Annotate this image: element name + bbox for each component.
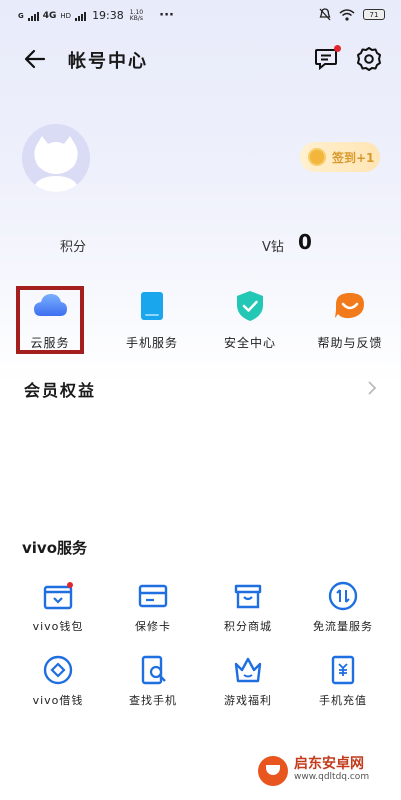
service-phone[interactable]: 手机服务 — [104, 288, 200, 358]
watermark: 启东安卓网 www.qdltdq.com — [258, 756, 369, 786]
unread-badge — [334, 45, 341, 52]
smile-icon — [335, 293, 364, 319]
default-avatar-icon — [32, 136, 80, 192]
speed-unit: KB/s — [129, 14, 143, 22]
service-security[interactable]: 安全中心 — [202, 288, 298, 358]
data-free-icon — [328, 581, 358, 611]
watermark-name: 启东安卓网 — [294, 756, 364, 772]
service-label: 手机服务 — [125, 336, 178, 350]
grid-label: vivo钱包 — [32, 620, 84, 633]
vdiamond-label[interactable]: V钻 — [262, 236, 284, 255]
watermark-text: 启东安卓网 www.qdltdq.com — [294, 756, 370, 784]
chevron-right-icon[interactable] — [366, 380, 378, 396]
wallet-icon — [43, 582, 73, 610]
grid-label: 积分商城 — [224, 620, 272, 633]
grid-label: 手机充值 — [319, 694, 367, 707]
checkin-button[interactable]: 签到+1 — [300, 142, 380, 172]
signal-icon — [27, 11, 39, 21]
grid-item-points-mall[interactable]: 积分商城 — [198, 580, 298, 646]
net-speed: 1.10 KB/s — [129, 9, 143, 22]
more-dots: ··· — [159, 8, 174, 23]
vdiamond-value[interactable]: 0 — [298, 230, 312, 254]
grid-label: vivo借钱 — [32, 694, 84, 707]
avatar[interactable] — [22, 124, 90, 192]
status-left: G 4G HD 19:38 1.10 KB/s ··· — [18, 8, 174, 23]
battery-level: 71 — [369, 10, 379, 19]
highlight-box — [16, 286, 84, 354]
coin-icon — [308, 148, 326, 166]
message-button[interactable] — [313, 45, 341, 71]
mute-bell-icon — [319, 8, 331, 21]
back-arrow-icon[interactable] — [22, 46, 48, 72]
gear-icon[interactable] — [356, 46, 382, 72]
checkin-label: 签到+1 — [332, 150, 375, 165]
status-right: 71 — [319, 8, 385, 21]
loan-icon — [43, 655, 73, 685]
grid-item-data-free[interactable]: 免流量服务 — [293, 580, 393, 646]
shield-icon — [237, 291, 263, 321]
grid-item-recharge[interactable]: 手机充值 — [293, 654, 393, 720]
grid-item-loan[interactable]: vivo借钱 — [8, 654, 108, 720]
network-label: 4G — [42, 10, 57, 21]
status-bar: G 4G HD 19:38 1.10 KB/s ··· 71 — [0, 0, 401, 30]
carrier-label: G — [18, 11, 24, 20]
phone-icon — [141, 292, 163, 320]
time-label: 19:38 — [92, 9, 124, 22]
shop-icon — [234, 584, 262, 609]
grid-item-warranty[interactable]: 保修卡 — [103, 580, 203, 646]
grid-label: 查找手机 — [129, 694, 177, 707]
watermark-logo-icon — [258, 756, 288, 786]
grid-item-find-phone[interactable]: 查找手机 — [103, 654, 203, 720]
watermark-url: www.qdltdq.com — [294, 772, 370, 782]
crown-icon — [234, 657, 262, 683]
vivo-services-title: vivo服务 — [22, 539, 88, 557]
service-help[interactable]: 帮助与反馈 — [302, 288, 398, 358]
grid-label: 游戏福利 — [224, 694, 272, 707]
grid-label: 免流量服务 — [313, 620, 373, 633]
service-label: 安全中心 — [223, 336, 276, 350]
grid-item-wallet[interactable]: vivo钱包 — [8, 580, 108, 646]
battery-icon: 71 — [363, 9, 385, 20]
wifi-icon — [339, 8, 355, 21]
recharge-icon — [331, 655, 355, 685]
page-title: 帐号中心 — [68, 51, 148, 72]
grid-label: 保修卡 — [135, 620, 171, 633]
signal-icon-2 — [75, 11, 87, 21]
service-label: 帮助与反馈 — [317, 336, 383, 350]
hd-label: HD — [60, 11, 72, 20]
find-phone-icon — [141, 655, 166, 685]
card-icon — [138, 584, 168, 608]
points-label[interactable]: 积分 — [60, 236, 86, 255]
member-benefits-title[interactable]: 会员权益 — [24, 377, 96, 401]
grid-item-game-benefits[interactable]: 游戏福利 — [198, 654, 298, 720]
